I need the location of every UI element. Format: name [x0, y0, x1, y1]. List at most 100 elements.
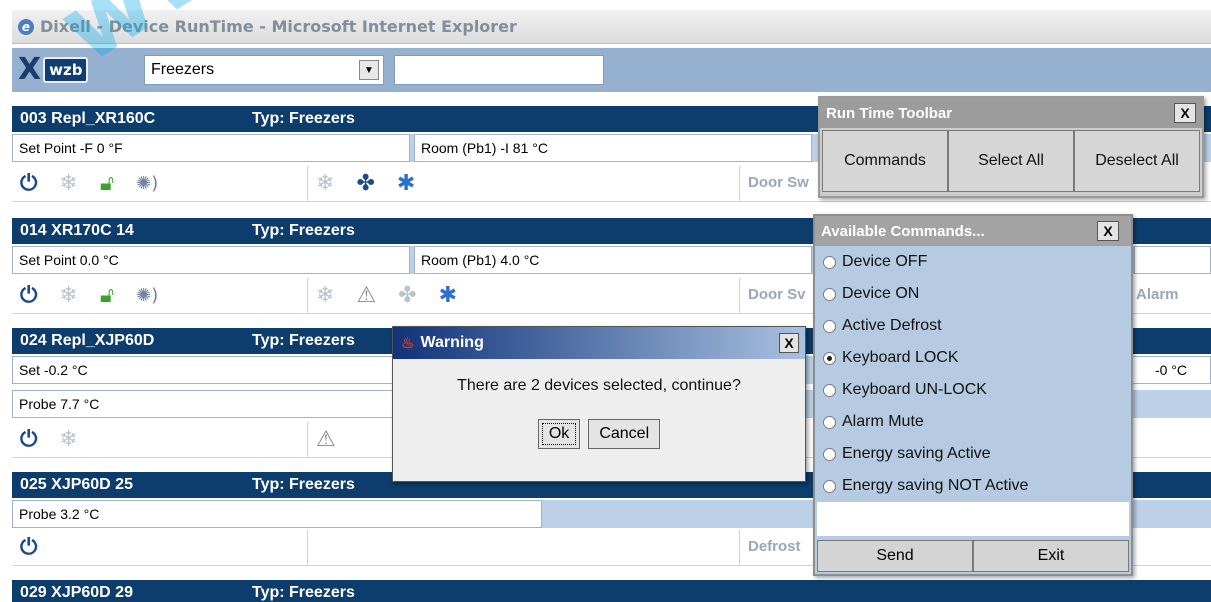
warning-message: There are 2 devices selected, continue?	[457, 377, 741, 394]
close-icon[interactable]: X	[1174, 103, 1196, 123]
radio-button[interactable]	[823, 415, 836, 429]
command-options: Device OFF Device ON Active Defrost Keyboar…	[815, 246, 1131, 502]
device-name: 003 Repl_XR160C	[20, 110, 156, 127]
commands-title: Available Commands...	[821, 222, 985, 240]
unlock-icon: 🔓︎	[99, 283, 115, 308]
setpoint-cell: Set -0.2 °C	[12, 356, 410, 384]
group-select[interactable]: Freezers ▼	[144, 55, 384, 85]
setpoint-cell: Set Point 0.0 °C	[12, 246, 410, 274]
chevron-down-icon[interactable]: ▼	[359, 60, 379, 80]
power-icon[interactable]: ⏻	[20, 537, 37, 559]
compressor-icon: ❄	[59, 427, 78, 452]
compressor-icon: ❄	[316, 171, 335, 196]
warning-dialog: ♨ Warning X There are 2 devices selected…	[392, 326, 806, 482]
select-all-button[interactable]: Select All	[948, 130, 1074, 192]
command-option-label: Energy saving Active	[842, 445, 991, 462]
defrost-icon: ✺)	[136, 285, 159, 306]
device-type: Typ: Freezers	[252, 110, 355, 127]
unlock-icon: 🔓︎	[99, 171, 115, 196]
command-option[interactable]: Keyboard LOCK	[815, 342, 1131, 374]
power-icon[interactable]: ⏻	[20, 285, 37, 307]
logo-text: wzb	[43, 57, 89, 83]
close-icon[interactable]: X	[1097, 221, 1119, 241]
runtime-toolbar-titlebar[interactable]: Run Time Toolbar X	[820, 98, 1202, 128]
command-option[interactable]: Active Defrost	[815, 310, 1131, 342]
defrost-label: Defrost	[748, 538, 801, 555]
java-icon: ♨	[401, 335, 415, 352]
command-option-label: Alarm Mute	[842, 413, 924, 430]
commands-blank-area	[817, 502, 1129, 536]
warning-icon: ⚠	[356, 283, 377, 308]
exit-button[interactable]: Exit	[973, 540, 1129, 572]
ok-button[interactable]: Ok	[537, 419, 581, 449]
power-icon[interactable]: ⏻	[20, 429, 37, 451]
door-switch-label: Door Sw	[748, 174, 809, 191]
window-title: Dixell - Device RunTime - Microsoft Inte…	[40, 17, 517, 36]
group-select-value: Freezers	[151, 61, 215, 78]
compressor-icon: ❄	[316, 283, 335, 308]
available-commands-panel: Available Commands... X Device OFF Device…	[813, 214, 1133, 576]
snowflake-icon: ✱	[396, 171, 416, 196]
device-type: Typ: Freezers	[252, 222, 355, 239]
fan-icon: ✤	[356, 171, 375, 196]
device-type: Typ: Freezers	[252, 476, 355, 493]
room-probe-cell: Room (Pb1) -I 81 °C	[414, 134, 812, 162]
command-option-label: Device ON	[842, 285, 920, 302]
device-header[interactable]: 029 XJP60D 29 Typ: Freezers	[12, 580, 1211, 602]
probe-cell: Probe 3.2 °C	[12, 500, 542, 528]
warning-icon: ⚠	[316, 427, 336, 452]
command-option-label: Keyboard UN-LOCK	[842, 381, 987, 398]
command-option[interactable]: Energy saving NOT Active	[815, 470, 1131, 502]
command-option[interactable]: Device OFF	[815, 246, 1131, 278]
window-titlebar: e Dixell - Device RunTime - Microsoft In…	[12, 10, 1211, 44]
radio-button[interactable]	[823, 319, 836, 333]
probe-value-cell: -0 °C	[1132, 356, 1211, 384]
extra-cell	[1134, 246, 1211, 274]
power-icon[interactable]: ⏻	[20, 173, 37, 195]
device-name: 014 XR170C 14	[20, 222, 134, 239]
command-option[interactable]: Device ON	[815, 278, 1131, 310]
door-switch-label: Door Sv	[748, 286, 806, 303]
send-button[interactable]: Send	[817, 540, 973, 572]
device-name: 024 Repl_XJP60D	[20, 332, 155, 349]
device-type: Typ: Freezers	[252, 332, 355, 349]
warning-titlebar[interactable]: ♨ Warning X	[393, 327, 805, 359]
device-type: Typ: Freezers	[252, 584, 355, 601]
app-toolbar: X wzb Freezers ▼	[12, 48, 1211, 92]
logo-x-mark: X	[18, 52, 42, 87]
warning-title: Warning	[420, 334, 484, 351]
xweb-logo: X wzb	[18, 53, 138, 87]
command-option-label: Energy saving NOT Active	[842, 477, 1029, 494]
ie-icon: e	[18, 18, 34, 35]
room-probe-cell: Room (Pb1) 4.0 °C	[414, 246, 812, 274]
device-name: 029 XJP60D 29	[20, 584, 133, 601]
compressor-icon: ❄	[59, 171, 78, 196]
radio-button[interactable]	[823, 255, 836, 269]
browser-window: e Dixell - Device RunTime - Microsoft In…	[0, 0, 1211, 602]
commands-button[interactable]: Commands	[822, 130, 948, 192]
command-option-label: Active Defrost	[842, 317, 942, 334]
snowflake-icon: ✱	[438, 283, 458, 308]
runtime-toolbar-panel: Run Time Toolbar X Commands Select All D…	[818, 96, 1204, 198]
alarm-label: Alarm	[1136, 286, 1179, 303]
command-option-label: Device OFF	[842, 253, 928, 270]
runtime-toolbar-title: Run Time Toolbar	[826, 104, 953, 122]
deselect-all-button[interactable]: Deselect All	[1074, 130, 1200, 192]
command-option[interactable]: Energy saving Active	[815, 438, 1131, 470]
command-option[interactable]: Alarm Mute	[815, 406, 1131, 438]
radio-button[interactable]	[823, 351, 836, 365]
close-icon[interactable]: X	[779, 333, 799, 353]
probe-cell: Probe 7.7 °C	[12, 390, 410, 418]
radio-button[interactable]	[823, 479, 836, 493]
setpoint-cell: Set Point -F 0 °F	[12, 134, 410, 162]
radio-button[interactable]	[823, 447, 836, 461]
radio-button[interactable]	[823, 383, 836, 397]
commands-titlebar[interactable]: Available Commands... X	[815, 216, 1131, 246]
compressor-icon: ❄	[59, 283, 78, 308]
device-name: 025 XJP60D 25	[20, 476, 133, 493]
cancel-button[interactable]: Cancel	[588, 419, 661, 449]
search-input[interactable]	[394, 55, 604, 85]
radio-button[interactable]	[823, 287, 836, 301]
defrost-icon: ✺)	[136, 173, 159, 194]
command-option[interactable]: Keyboard UN-LOCK	[815, 374, 1131, 406]
